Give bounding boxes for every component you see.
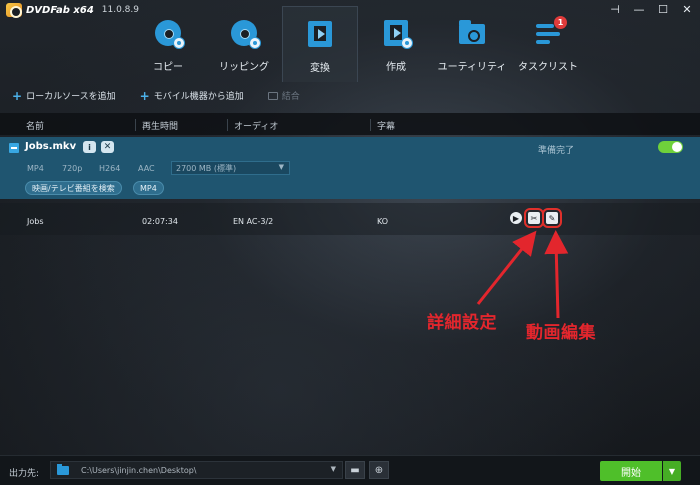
nav-label: コピー xyxy=(153,62,183,73)
output-path-field[interactable]: C:\Users\jinjin.chen\Desktop\ ▼ xyxy=(50,461,343,479)
add-mobile-source-button[interactable]: + モバイル機器から追加 xyxy=(139,88,244,103)
enable-toggle[interactable] xyxy=(658,141,683,153)
nav-label: 作成 xyxy=(386,62,406,73)
track-subtitle[interactable]: KO xyxy=(377,217,388,226)
column-duration[interactable]: 再生時間 xyxy=(135,119,178,132)
pin-icon[interactable]: ⊣ xyxy=(608,2,622,16)
advanced-settings-icon[interactable]: ✂ xyxy=(524,208,544,228)
track-duration: 02:07:34 xyxy=(142,217,178,226)
video-edit-icon[interactable]: ✎ xyxy=(542,208,562,228)
chevron-down-icon: ▼ xyxy=(278,163,284,171)
add-local-source-label: ローカルソースを追加 xyxy=(26,92,116,102)
arrow-to-advanced-settings xyxy=(476,230,537,305)
nav-creator[interactable]: 作成 xyxy=(358,6,434,82)
web-button[interactable]: ⊕ xyxy=(369,461,389,479)
output-format-button[interactable]: MP4 xyxy=(133,181,164,195)
maximize-icon[interactable]: ☐ xyxy=(656,2,670,16)
spec-audio: AAC xyxy=(138,164,155,173)
browse-folder-button[interactable]: ▬ xyxy=(345,461,365,479)
nav-label: 変換 xyxy=(310,63,330,74)
nav-utilities[interactable]: ユーティリティ xyxy=(434,6,510,82)
source-toolbar: + ローカルソースを追加 + モバイル機器から追加 結合 xyxy=(12,88,300,103)
column-header: 名前 再生時間 オーディオ 字幕 xyxy=(0,113,700,135)
output-size-value: 2700 MB (標準) xyxy=(176,164,237,173)
status-text: 準備完了 xyxy=(538,146,575,156)
output-path-value: C:\Users\jinjin.chen\Desktop\ xyxy=(81,465,197,475)
nav-copy[interactable]: コピー xyxy=(130,6,206,82)
chevron-down-icon: ▼ xyxy=(668,466,676,476)
chevron-down-icon: ▼ xyxy=(330,465,336,473)
remove-file-button[interactable]: ✕ xyxy=(101,141,114,153)
nav-label: リッピング xyxy=(219,62,269,73)
nav-label: ユーティリティ xyxy=(437,62,507,73)
search-movie-button[interactable]: 映画/テレビ番組を検索 xyxy=(25,181,122,195)
app-logo: DVDFab x64 11.0.8.9 xyxy=(6,3,139,18)
plus-icon: + xyxy=(139,88,150,103)
track-actions: ▶ ✂ ✎ xyxy=(510,208,562,228)
spec-resolution: 720p xyxy=(62,164,83,173)
window-controls: ⊣ — ☐ ✕ xyxy=(608,2,694,16)
app-name: DVDFab x64 xyxy=(26,4,94,16)
nav-task-list[interactable]: 1 タスクリスト xyxy=(510,6,586,82)
merge-icon xyxy=(267,91,278,100)
file-name: Jobs.mkv xyxy=(25,141,77,152)
creator-film-icon xyxy=(381,18,413,49)
open-folder-icon: ▬ xyxy=(350,464,360,476)
minimize-icon[interactable]: — xyxy=(632,2,646,16)
column-name[interactable]: 名前 xyxy=(20,119,44,132)
annotation-advanced-settings: 詳細設定 xyxy=(427,313,497,333)
globe-icon: ⊕ xyxy=(374,464,384,476)
play-icon[interactable]: ▶ xyxy=(510,212,522,224)
arrow-to-video-edit xyxy=(544,230,569,319)
add-local-source-button[interactable]: + ローカルソースを追加 xyxy=(12,88,116,103)
close-window-icon[interactable]: ✕ xyxy=(680,2,694,16)
start-options-dropdown[interactable]: ▼ xyxy=(663,461,681,481)
start-button[interactable]: 開始 xyxy=(600,461,662,481)
file-collapse-checkbox[interactable] xyxy=(9,143,19,153)
output-label: 出力先: xyxy=(9,469,40,479)
track-audio[interactable]: EN AC-3/2 xyxy=(233,217,273,226)
plus-icon: + xyxy=(12,88,23,103)
task-count-badge: 1 xyxy=(554,16,567,29)
merge-button[interactable]: 結合 xyxy=(267,89,300,102)
spec-codec: H264 xyxy=(99,164,121,173)
utilities-folder-icon xyxy=(457,18,487,48)
column-subtitle[interactable]: 字幕 xyxy=(370,119,395,132)
converter-film-icon xyxy=(305,19,335,49)
merge-label: 結合 xyxy=(281,92,300,102)
output-size-select[interactable]: 2700 MB (標準) ▼ xyxy=(171,161,290,175)
nav-ripper[interactable]: リッピング xyxy=(206,6,282,82)
copy-disc-icon xyxy=(153,18,185,49)
task-list-icon: 1 xyxy=(533,16,567,48)
annotation-video-edit: 動画編集 xyxy=(526,323,596,343)
dvdfab-window: DVDFab x64 11.0.8.9 ⊣ — ☐ ✕ コピー リッピング 変換… xyxy=(0,0,700,485)
ripper-disc-icon xyxy=(229,18,261,49)
folder-icon xyxy=(57,463,69,475)
add-mobile-source-label: モバイル機器から追加 xyxy=(153,92,244,102)
spec-container: MP4 xyxy=(27,164,44,173)
module-nav: コピー リッピング 変換 作成 ユーティリティ 1 タスクリスト xyxy=(130,6,586,82)
info-button[interactable]: i xyxy=(83,141,96,153)
track-name: Jobs xyxy=(27,217,44,226)
nav-converter[interactable]: 変換 xyxy=(282,6,358,82)
nav-label: タスクリスト xyxy=(518,62,578,73)
column-audio[interactable]: オーディオ xyxy=(227,119,278,132)
track-row[interactable]: Jobs 02:07:34 EN AC-3/2 KO xyxy=(0,203,700,235)
dvdfab-logo-icon xyxy=(6,3,22,18)
